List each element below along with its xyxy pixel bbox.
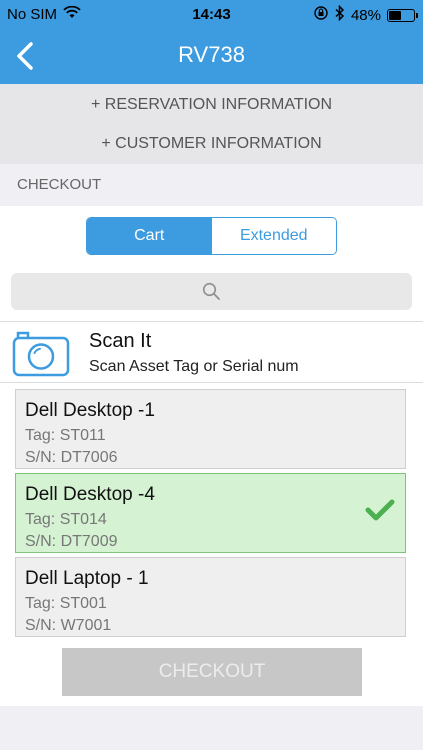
scan-it-row[interactable]: Scan It Scan Asset Tag or Serial num (0, 321, 423, 383)
item-tag: Tag: ST014 (25, 511, 107, 528)
nav-bar: RV738 (0, 28, 423, 84)
cart-item-selected[interactable]: Dell Desktop -4 Tag: ST014 S/N: DT7009 (15, 473, 406, 553)
search-icon (202, 282, 220, 300)
info-sections: + RESERVATION INFORMATION + CUSTOMER INF… (0, 84, 423, 164)
bottom-spacer (0, 706, 423, 750)
page-title: RV738 (178, 42, 245, 67)
scan-title: Scan It (89, 330, 152, 352)
reservation-info-link[interactable]: + RESERVATION INFORMATION (0, 96, 423, 114)
item-name: Dell Laptop - 1 (25, 568, 149, 589)
tab-cart[interactable]: Cart (87, 218, 212, 254)
checkout-section-header: CHECKOUT (0, 164, 423, 206)
item-tag: Tag: ST011 (25, 427, 106, 444)
search-input[interactable] (11, 273, 412, 310)
status-bar: No SIM 14:43 48% (0, 0, 423, 28)
checkmark-icon (365, 499, 395, 521)
item-serial: S/N: DT7009 (25, 533, 118, 550)
item-tag: Tag: ST001 (25, 595, 107, 612)
cart-item[interactable]: Dell Desktop -1 Tag: ST011 S/N: DT7006 (15, 389, 406, 469)
tab-extended[interactable]: Extended (211, 218, 336, 254)
checkout-content: Cart Extended Scan It Scan Asset Tag or … (0, 206, 423, 706)
battery-fill (389, 10, 401, 20)
cart-extended-toggle: Cart Extended (86, 217, 337, 255)
camera-icon (12, 331, 70, 377)
checkout-button[interactable]: CHECKOUT (62, 648, 362, 696)
customer-info-link[interactable]: + CUSTOMER INFORMATION (0, 135, 423, 153)
item-serial: S/N: DT7006 (25, 449, 118, 466)
checkout-header-label: CHECKOUT (17, 176, 102, 193)
item-name: Dell Desktop -1 (25, 400, 155, 421)
bluetooth-icon (335, 4, 345, 25)
item-serial: S/N: W7001 (25, 617, 112, 634)
scan-subtitle: Scan Asset Tag or Serial num (89, 358, 299, 375)
cart-item[interactable]: Dell Laptop - 1 Tag: ST001 S/N: W7001 (15, 557, 406, 637)
battery-percent: 48% (350, 6, 381, 24)
battery-icon (387, 8, 418, 22)
item-name: Dell Desktop -4 (25, 484, 155, 505)
rotation-lock-icon (313, 5, 329, 25)
status-right: 48% (313, 4, 418, 25)
